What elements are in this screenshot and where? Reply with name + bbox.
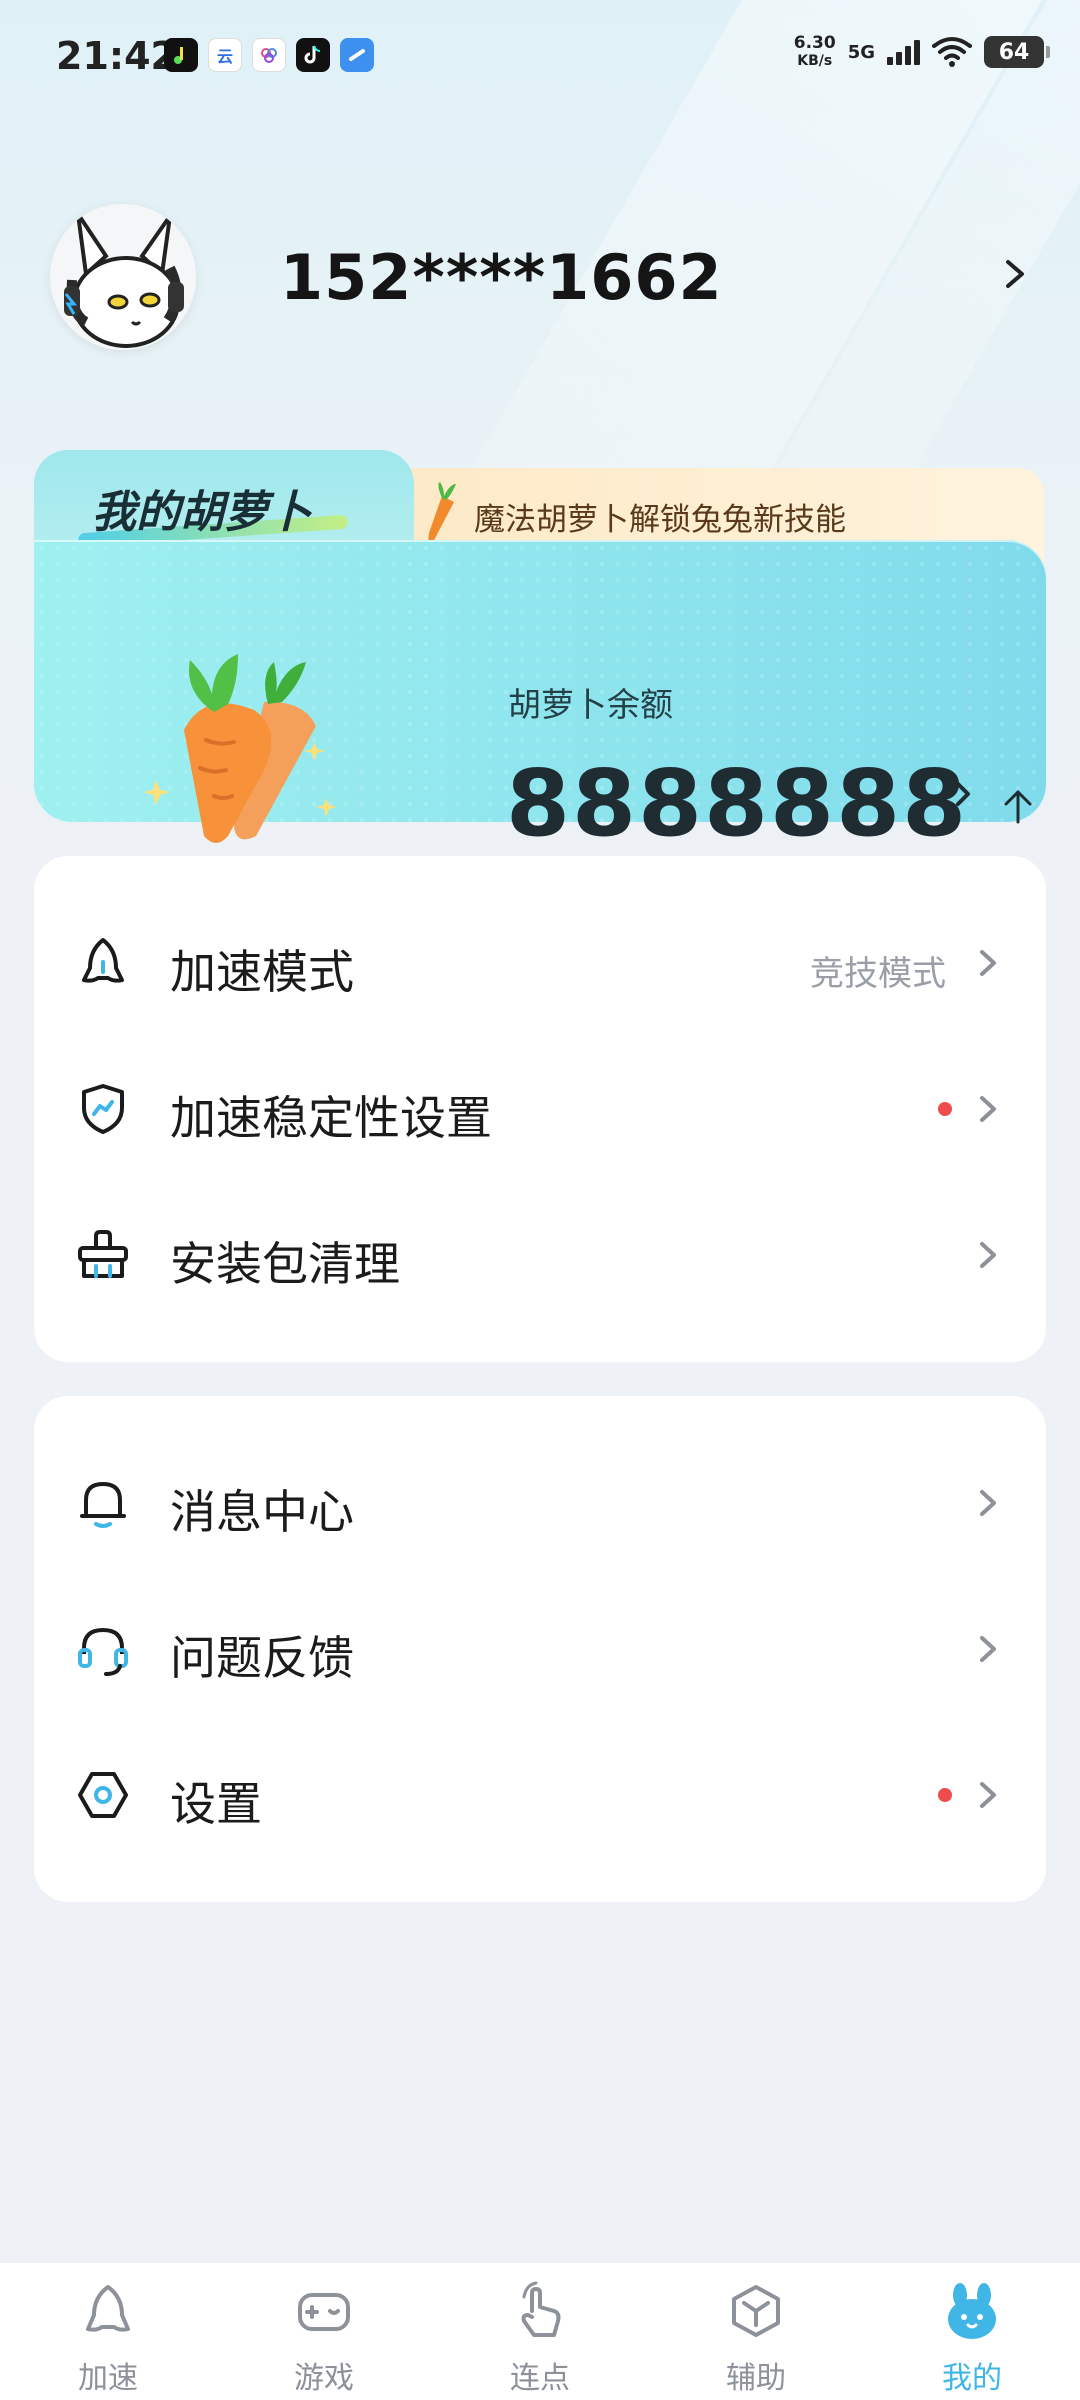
status-indicators: 6.30 KB/s 5G 64 <box>793 33 1050 70</box>
status-bar: 21:42 云 6.30 KB/s 5G 64 <box>0 0 1080 110</box>
chevron-right-icon <box>980 1490 996 1516</box>
notification-dot <box>938 1102 952 1116</box>
nav-tab-mine[interactable]: 我的 <box>902 2273 1042 2400</box>
carrot-balance-card[interactable]: 魔法胡萝卜解锁兔兔新技能 我的胡萝卜 胡萝卜余额 888888888 <box>34 450 1046 857</box>
username: 152****1662 <box>280 240 723 314</box>
menu-label: 设置 <box>170 1777 262 1831</box>
menu-item-feedback[interactable]: 问题反馈 <box>34 1576 1046 1722</box>
chat-app-icon <box>340 38 374 72</box>
rocket-icon <box>86 2285 130 2332</box>
nav-tab-autoclick[interactable]: 连点 <box>470 2273 610 2400</box>
music-app-icon <box>164 38 198 72</box>
bell-icon <box>80 1482 126 1528</box>
tap-hand-icon <box>521 2281 561 2337</box>
menu-label: 加速稳定性设置 <box>170 1091 492 1145</box>
chevron-right-icon <box>980 1636 996 1662</box>
settings-card-2: 消息中心 问题反馈 设置 <box>34 1396 1046 1902</box>
signal-icon <box>887 39 920 65</box>
bunny-icon <box>948 2283 996 2339</box>
arrow-up-icon[interactable] <box>1000 786 1036 826</box>
nav-label: 辅助 <box>726 2361 786 2396</box>
menu-item-acceleration-mode[interactable]: 加速模式 竞技模式 <box>34 890 1046 1036</box>
basket-icon <box>78 1230 128 1278</box>
battery-indicator: 64 <box>984 36 1050 68</box>
cloud-app-icon: 云 <box>208 38 242 72</box>
headset-icon <box>78 1627 128 1676</box>
menu-label: 消息中心 <box>170 1485 354 1539</box>
network-type: 5G <box>847 41 875 63</box>
carrot-icon <box>428 482 456 544</box>
status-time: 21:42 <box>56 34 177 78</box>
menu-item-stability-settings[interactable]: 加速稳定性设置 <box>34 1036 1046 1182</box>
chevron-right-icon <box>980 1782 996 1808</box>
chevron-right-icon[interactable] <box>1000 254 1030 294</box>
chevron-right-icon[interactable] <box>952 776 974 812</box>
network-speed: 6.30 KB/s <box>793 33 836 69</box>
menu-item-message-center[interactable]: 消息中心 <box>34 1430 1046 1576</box>
menu-label: 问题反馈 <box>170 1631 354 1685</box>
menu-label: 安装包清理 <box>170 1237 400 1291</box>
bunny-avatar-icon <box>50 204 196 350</box>
nav-tab-games[interactable]: 游戏 <box>254 2273 394 2400</box>
carrot-card-title: 我的胡萝卜 <box>92 487 312 538</box>
carrot-card-body[interactable]: 胡萝卜余额 888888888 <box>34 540 1046 857</box>
chevron-right-icon <box>980 1242 996 1268</box>
bottom-navigation: 加速 游戏 连点 辅助 我的 <box>0 2262 1080 2400</box>
balance-value: 888888888 <box>506 750 962 857</box>
nav-label: 连点 <box>510 2361 570 2396</box>
avatar[interactable] <box>50 204 196 350</box>
chevron-right-icon <box>980 950 996 976</box>
menu-item-settings[interactable]: 设置 <box>34 1722 1046 1868</box>
settings-icon <box>78 1772 128 1818</box>
nav-label: 游戏 <box>294 2361 354 2396</box>
shield-icon <box>82 1084 124 1134</box>
profile-row[interactable]: 152****1662 <box>50 204 1030 350</box>
notification-icons: 云 <box>164 38 374 72</box>
chevron-right-icon <box>980 1096 996 1122</box>
balance-label: 胡萝卜余额 <box>508 685 673 724</box>
nav-tab-accelerate[interactable]: 加速 <box>38 2273 178 2400</box>
settings-card-1: 加速模式 竞技模式 加速稳定性设置 安装包清理 <box>34 856 1046 1362</box>
promo-text: 魔法胡萝卜解锁兔兔新技能 <box>474 502 846 538</box>
tiktok-icon <box>296 38 330 72</box>
gamepad-icon <box>298 2293 350 2331</box>
wifi-icon <box>932 37 972 67</box>
nav-label: 我的 <box>942 2361 1002 2396</box>
game-app-icon <box>252 38 286 72</box>
cube-icon <box>732 2285 780 2337</box>
nav-tab-assist[interactable]: 辅助 <box>686 2273 826 2400</box>
rocket-icon <box>82 938 124 983</box>
nav-label: 加速 <box>78 2361 138 2396</box>
menu-item-package-cleanup[interactable]: 安装包清理 <box>34 1182 1046 1328</box>
menu-value: 竞技模式 <box>810 954 946 994</box>
notification-dot <box>938 1788 952 1802</box>
menu-label: 加速模式 <box>170 945 354 999</box>
carrot-illustration-icon <box>144 654 337 843</box>
